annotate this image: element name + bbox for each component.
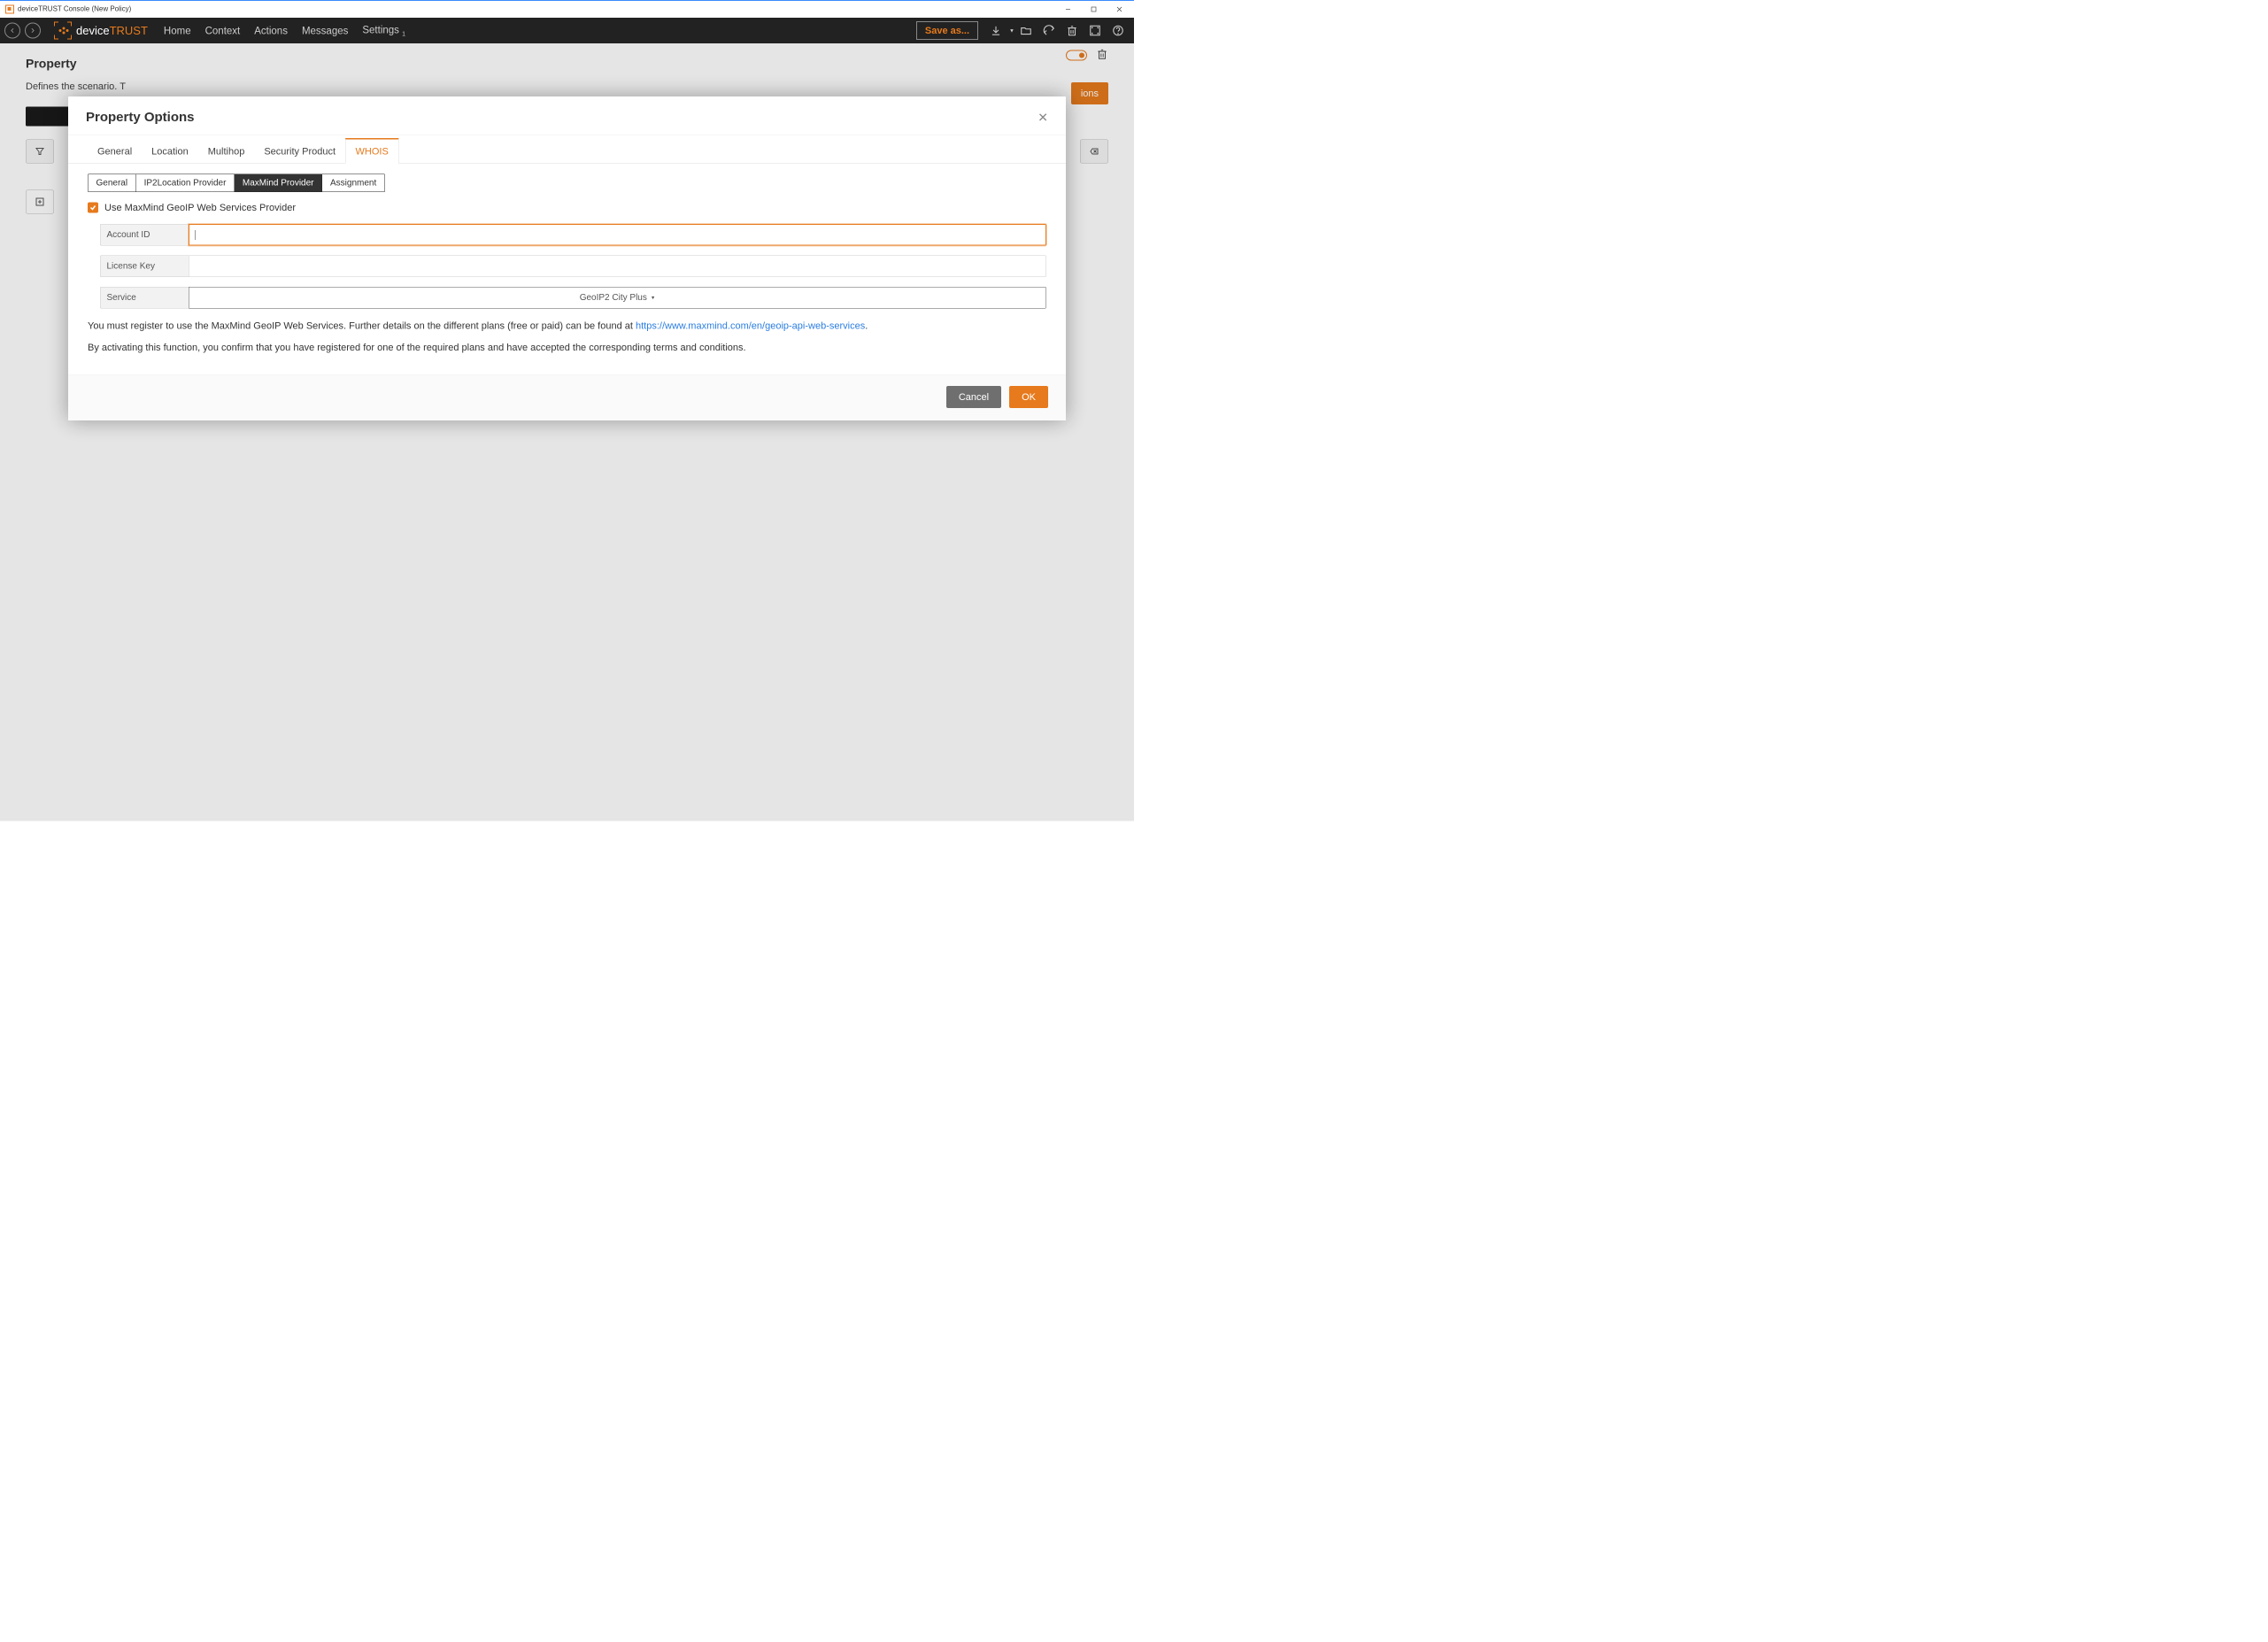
subtab-maxmind[interactable]: MaxMind Provider — [235, 174, 322, 192]
titlebar: deviceTRUST Console (New Policy) — [0, 0, 1134, 18]
back-button[interactable] — [4, 23, 20, 39]
service-label: Service — [100, 287, 189, 309]
delete-button[interactable] — [1065, 24, 1079, 38]
download-button[interactable]: ▼ — [984, 24, 1014, 38]
brand-logo: deviceTRUST — [54, 22, 148, 40]
menu-settings[interactable]: Settings 1 — [362, 24, 405, 37]
window-title: deviceTRUST Console (New Policy) — [18, 5, 131, 13]
use-maxmind-label: Use MaxMind GeoIP Web Services Provider — [104, 202, 296, 213]
close-button[interactable] — [1107, 1, 1132, 18]
license-key-label: License Key — [100, 256, 189, 278]
sync-button[interactable] — [1042, 24, 1056, 38]
dialog-subtabs: General IP2Location Provider MaxMind Pro… — [88, 174, 385, 193]
info-text-terms: By activating this function, you confirm… — [88, 340, 1046, 355]
subtab-ip2location[interactable]: IP2Location Provider — [136, 174, 235, 192]
brand-text-prefix: device — [76, 24, 110, 37]
app-icon — [5, 5, 14, 14]
account-id-label: Account ID — [100, 224, 189, 246]
help-button[interactable] — [1111, 24, 1125, 38]
tab-location[interactable]: Location — [142, 138, 198, 164]
tab-general[interactable]: General — [88, 138, 142, 164]
tab-whois[interactable]: WHOIS — [345, 138, 398, 164]
service-select[interactable]: GeoIP2 City Plus▼ — [189, 287, 1046, 309]
fullscreen-button[interactable] — [1088, 24, 1102, 38]
maxmind-link[interactable]: https://www.maxmind.com/en/geoip-api-web… — [636, 320, 865, 332]
subtab-assignment[interactable]: Assignment — [322, 174, 384, 192]
menu-actions[interactable]: Actions — [254, 25, 288, 37]
info-text-register: You must register to use the MaxMind Geo… — [88, 319, 1046, 334]
tab-security-product[interactable]: Security Product — [254, 138, 345, 164]
menu-home[interactable]: Home — [164, 25, 191, 37]
license-key-input[interactable] — [189, 256, 1046, 278]
dialog-close-button[interactable]: ✕ — [1038, 110, 1048, 125]
dialog-title: Property Options — [86, 110, 195, 125]
brand-icon — [54, 22, 72, 40]
property-options-dialog: Property Options ✕ General Location Mult… — [68, 96, 1066, 420]
maximize-button[interactable] — [1081, 1, 1107, 18]
open-folder-button[interactable] — [1019, 24, 1033, 38]
dropdown-caret-icon: ▼ — [651, 295, 655, 300]
cancel-button[interactable]: Cancel — [946, 386, 1001, 408]
download-caret-icon: ▼ — [1009, 27, 1014, 34]
main-toolbar: deviceTRUST Home Context Actions Message… — [0, 18, 1134, 43]
tab-multihop[interactable]: Multihop — [198, 138, 255, 164]
subtab-general[interactable]: General — [89, 174, 136, 192]
ok-button[interactable]: OK — [1009, 386, 1048, 408]
use-maxmind-checkbox[interactable] — [88, 203, 98, 213]
minimize-button[interactable] — [1055, 1, 1081, 18]
account-id-input[interactable] — [189, 224, 1046, 246]
dialog-tabs: General Location Multihop Security Produ… — [68, 138, 1066, 164]
brand-text-suffix: TRUST — [110, 24, 148, 37]
forward-button[interactable] — [25, 23, 41, 39]
save-as-button[interactable]: Save as... — [916, 21, 978, 40]
menu-context[interactable]: Context — [205, 25, 241, 37]
menu-messages[interactable]: Messages — [302, 25, 348, 37]
